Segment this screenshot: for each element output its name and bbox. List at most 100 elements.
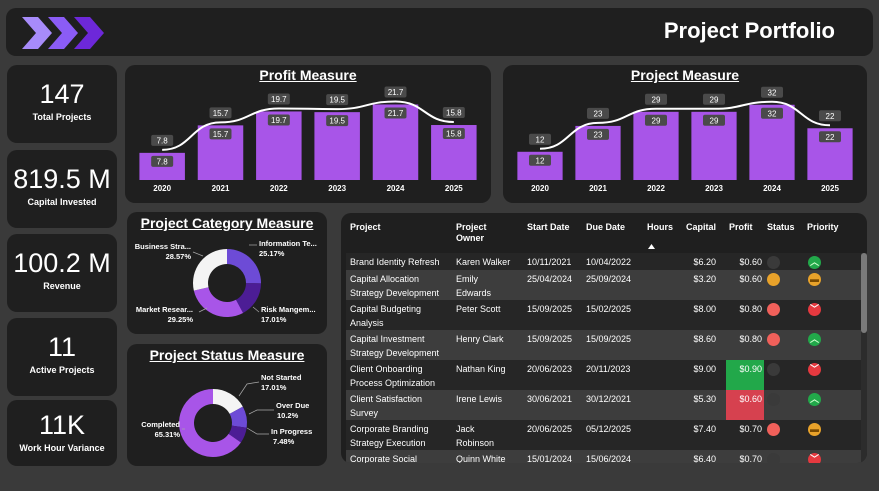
slice-percent-label: 25.17%: [259, 249, 285, 258]
kpi-work-hour-variance: 11K Work Hour Variance: [7, 400, 117, 466]
slice-label: Not Started: [261, 373, 302, 382]
project-bar-chart: 12 12 2020 23 23 2021 29 29 2022 29 29 2023 32 32 2024…: [517, 86, 853, 193]
line-value-label: 7.8: [157, 136, 169, 145]
line-data-label: 19.5: [326, 94, 349, 106]
category-measure-panel: Project Category Measure Information Te.…: [127, 212, 327, 334]
table-row[interactable]: Capital Budgeting Analysis Peter Scott 15/…: [346, 300, 862, 330]
x-tick-label: 2025: [821, 184, 839, 193]
slice-percent-label: 7.48%: [273, 437, 295, 446]
bar-value-label: 7.8: [157, 157, 169, 166]
bar-value-label: 15.7: [213, 130, 229, 139]
bar-value-label: 32: [768, 109, 777, 118]
leader-line: [192, 251, 204, 257]
priority-high-icon: ︿: [808, 256, 821, 269]
status-indicator-icon: [767, 363, 780, 376]
column-header-due-date[interactable]: Due Date: [586, 222, 625, 233]
cell-profit: $0.60: [739, 257, 762, 267]
x-tick-label: 2023: [328, 184, 346, 193]
column-header-start-date[interactable]: Start Date: [527, 222, 570, 233]
column-header-capital[interactable]: Capital: [686, 222, 716, 233]
cell-start-date: 15/09/2025: [527, 334, 573, 344]
status-indicator-icon: [767, 453, 780, 463]
line-data-label: 29: [703, 93, 725, 105]
table-row[interactable]: Corporate Social Quinn White 15/01/2024 15/…: [346, 450, 862, 463]
cell-start-date: 15/01/2024: [527, 454, 573, 463]
scrollbar-thumb[interactable]: [861, 253, 867, 333]
table-row[interactable]: Client Onboarding Process Optimization Na…: [346, 360, 862, 390]
status-indicator-icon: [767, 256, 780, 269]
x-tick-label: 2021: [212, 184, 230, 193]
status-indicator-icon: [767, 423, 780, 436]
column-header-status[interactable]: Status: [767, 222, 795, 233]
table-row[interactable]: Capital Investment Strategy Development H…: [346, 330, 862, 360]
bar-value-label: 12: [536, 156, 545, 165]
line-data-label: 22: [819, 110, 841, 122]
bar-value-label: 15.8: [446, 130, 462, 139]
cell-start-date: 30/06/2021: [527, 394, 573, 404]
cell-owner: Irene Lewis: [456, 394, 503, 404]
line-value-label: 23: [594, 109, 603, 118]
table-row[interactable]: Client Satisfaction Survey Irene Lewis 30/…: [346, 390, 862, 420]
profit-bar-chart: 7.8 7.8 2020 15.7 15.7 2021 19.7 19.7 2022 19.5 19…: [139, 86, 477, 193]
column-header-profit[interactable]: Profit: [729, 222, 753, 233]
slice-label: Completed: [141, 420, 180, 429]
cell-start-date: 20/06/2023: [527, 364, 573, 374]
cell-owner: Quinn White: [456, 454, 506, 463]
bar-value-label: 19.7: [271, 116, 287, 125]
cell-profit: $0.70: [739, 454, 762, 463]
line-data-label: 29: [645, 93, 667, 105]
kpi-label: Total Projects: [32, 112, 92, 122]
line-data-label: 21.7: [384, 86, 407, 98]
column-header-project[interactable]: Project: [350, 222, 381, 233]
data-label: 19.5: [326, 115, 349, 127]
cell-due-date: 10/04/2022: [586, 257, 632, 267]
sort-ascending-icon[interactable]: [648, 244, 655, 249]
x-tick-label: 2020: [153, 184, 171, 193]
line-value-label: 22: [826, 112, 835, 121]
priority-medium-icon: ▬: [808, 423, 821, 436]
x-tick-label: 2024: [387, 184, 405, 193]
line-value-label: 15.7: [213, 109, 229, 118]
slice-percent-label: 10.2%: [277, 411, 299, 420]
table-row[interactable]: Brand Identity Refresh Karen Walker 10/11/…: [346, 253, 862, 270]
line-value-label: 15.8: [446, 109, 462, 118]
line-data-label: 23: [587, 107, 609, 119]
slice-label: In Progress: [271, 427, 312, 436]
slice-label: Over Due: [276, 401, 309, 410]
line-value-label: 32: [768, 88, 777, 97]
kpi-label: Capital Invested: [27, 197, 97, 207]
cell-project: Capital Investment Strategy Development: [350, 334, 440, 358]
cell-start-date: 15/09/2025: [527, 304, 573, 314]
cell-profit: $0.80: [739, 304, 762, 314]
priority-low-icon: ﹀: [808, 303, 821, 316]
kpi-label: Revenue: [43, 281, 81, 291]
table-row[interactable]: Capital Allocation Strategy Development E…: [346, 270, 862, 300]
line-data-label: 15.7: [209, 107, 232, 119]
table-row[interactable]: Corporate Branding Strategy Execution Jac…: [346, 420, 862, 450]
data-label: 19.7: [267, 114, 290, 126]
column-header-owner[interactable]: Project Owner: [456, 222, 506, 244]
slice-percent-label: 65.31%: [155, 430, 181, 439]
pie-slice[interactable]: [227, 249, 261, 284]
cell-capital: $8.60: [693, 334, 716, 344]
line-value-label: 21.7: [388, 88, 404, 97]
slice-percent-label: 29.25%: [168, 315, 194, 324]
projects-table: Project Project Owner Start Date Due Dat…: [341, 213, 867, 463]
cell-due-date: 30/12/2021: [586, 394, 632, 404]
pie-slice[interactable]: [193, 249, 227, 291]
line-value-label: 29: [652, 95, 661, 104]
bar-value-label: 29: [652, 116, 661, 125]
status-indicator-icon: [767, 273, 780, 286]
slice-percent-label: 17.01%: [261, 383, 287, 392]
bar-value-label: 22: [826, 133, 835, 142]
line-value-label: 19.5: [329, 96, 345, 105]
x-tick-label: 2025: [445, 184, 463, 193]
column-header-priority[interactable]: Priority: [807, 222, 839, 233]
column-header-hours[interactable]: Hours: [647, 222, 673, 233]
pie-slice[interactable]: [193, 287, 244, 317]
chevron-right-icon: [74, 17, 104, 49]
profit-measure-panel: Profit Measure 7.8 7.8 2020 15.7 15.7 2021 19.…: [125, 65, 491, 203]
cell-profit: $0.60: [739, 274, 762, 284]
cell-start-date: 20/06/2025: [527, 424, 573, 434]
kpi-value: 819.5 M: [13, 164, 111, 194]
